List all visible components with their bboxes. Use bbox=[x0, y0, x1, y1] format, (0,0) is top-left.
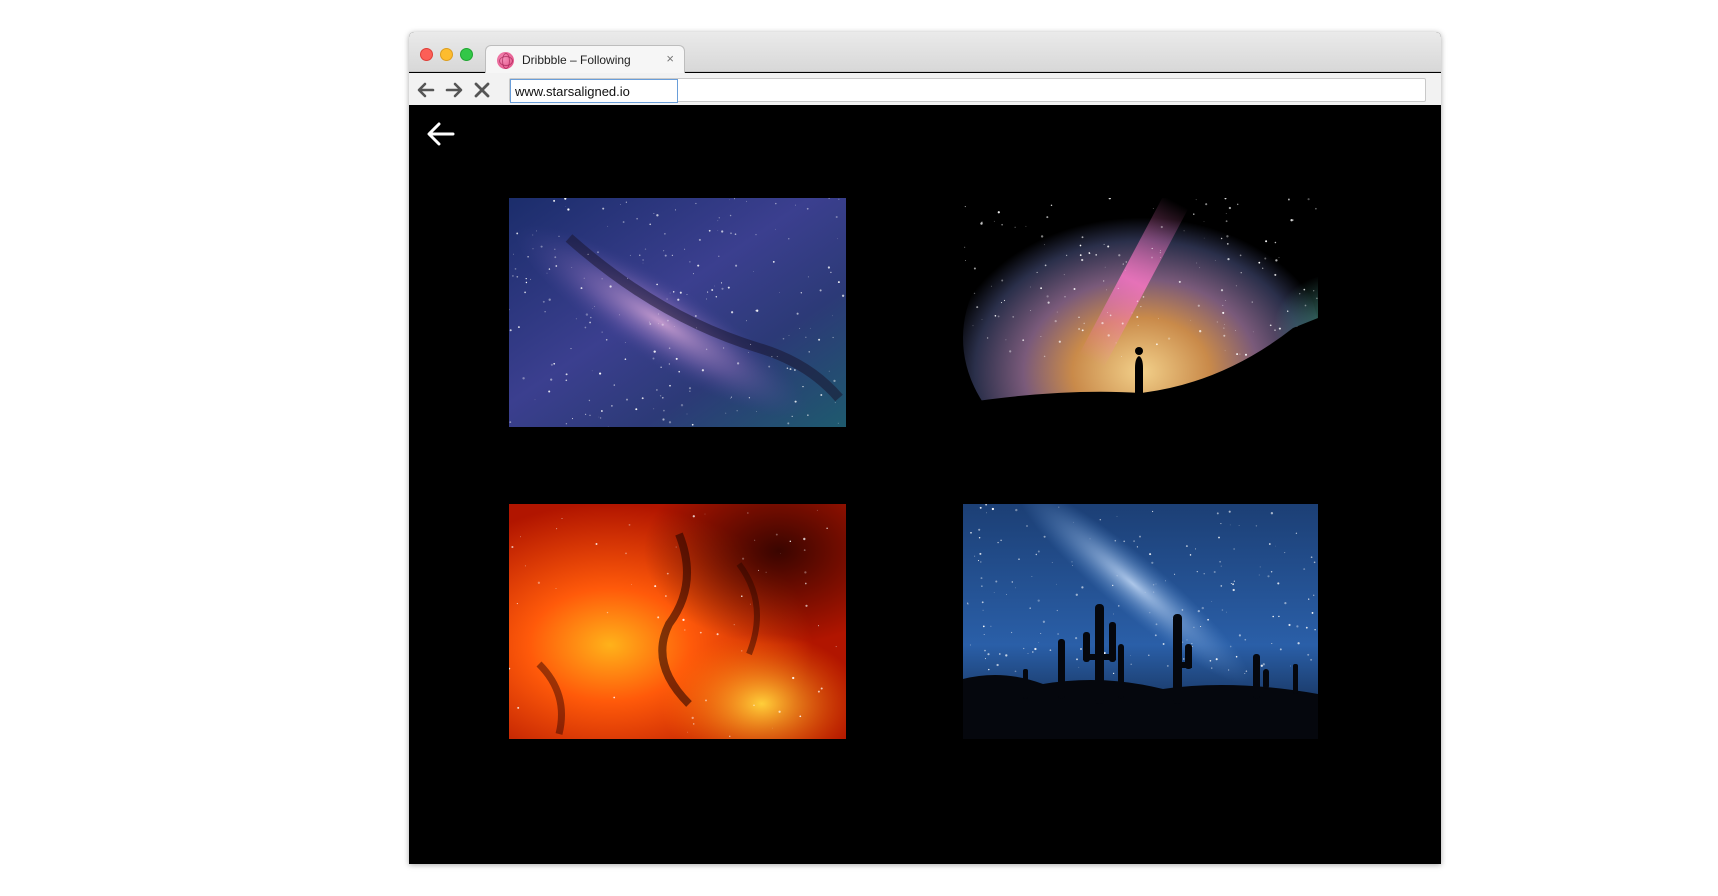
photo-aurora-silhouette[interactable] bbox=[963, 198, 1318, 427]
back-arrow-icon[interactable] bbox=[415, 79, 437, 101]
title-bar: Dribbble – Following × bbox=[409, 32, 1441, 73]
dribbble-icon bbox=[497, 52, 514, 69]
photo-cactus-night-sky[interactable] bbox=[963, 504, 1318, 739]
tab-title: Dribbble – Following bbox=[522, 53, 631, 67]
forward-arrow-icon[interactable] bbox=[443, 79, 465, 101]
window-close-button[interactable] bbox=[420, 48, 433, 61]
window-maximize-button[interactable] bbox=[460, 48, 473, 61]
window-minimize-button[interactable] bbox=[440, 48, 453, 61]
address-bar[interactable] bbox=[509, 78, 1426, 103]
url-input[interactable] bbox=[510, 79, 678, 103]
page-content bbox=[409, 105, 1441, 864]
browser-window: Dribbble – Following × bbox=[409, 32, 1441, 864]
photo-red-nebula[interactable] bbox=[509, 504, 846, 739]
back-arrow-icon[interactable] bbox=[425, 118, 457, 150]
tab-close-icon[interactable]: × bbox=[666, 52, 674, 66]
stop-icon[interactable] bbox=[471, 79, 493, 101]
browser-tab[interactable]: Dribbble – Following × bbox=[485, 45, 685, 73]
photo-milky-way-purple[interactable] bbox=[509, 198, 846, 427]
